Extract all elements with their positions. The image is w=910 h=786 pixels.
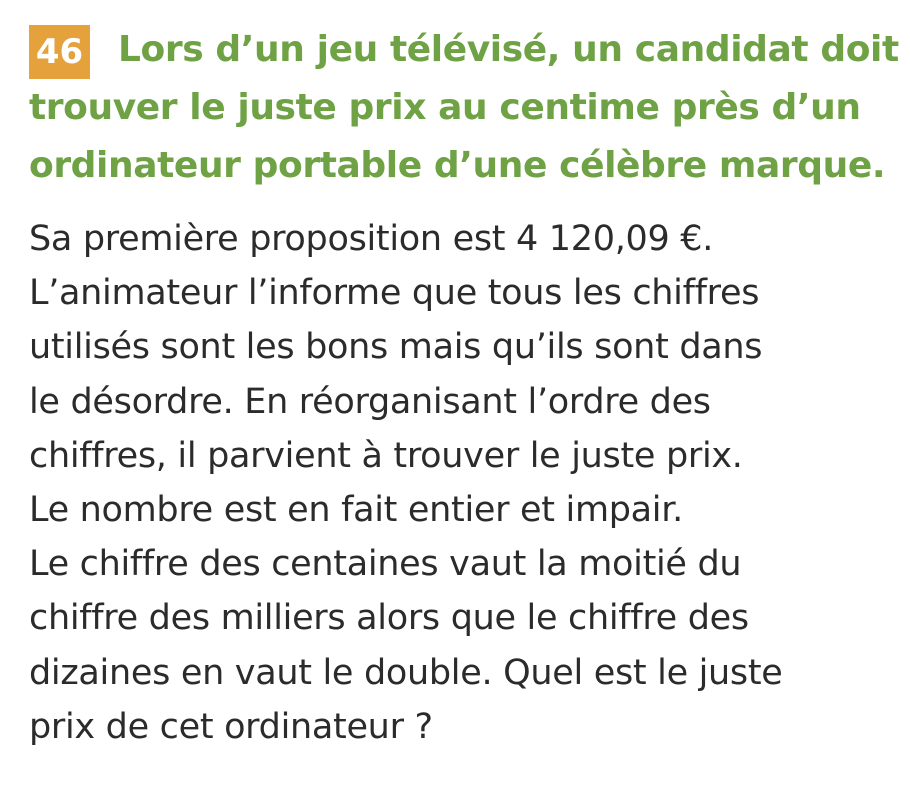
body-line: dizaines en vaut le double. Quel est le … bbox=[29, 652, 783, 693]
body-line: prix de cet ordinateur ? bbox=[29, 706, 433, 747]
body-line: le désordre. En réorganisant l’ordre des bbox=[29, 381, 711, 422]
title-line: Lors d’un jeu télévisé, un candidat doit bbox=[29, 21, 901, 79]
body-line: chiffre des milliers alors que le chiffr… bbox=[29, 598, 749, 639]
exercise-block: 46 Lors d’un jeu télévisé, un candidat d… bbox=[0, 0, 910, 786]
body-line: Le chiffre des centaines vaut la moitié … bbox=[29, 544, 742, 585]
title-line: ordinateur portable d’une célèbre marque… bbox=[29, 145, 886, 186]
exercise-body: Sa première proposition est 4 120,09 €. … bbox=[29, 212, 901, 754]
body-line: chiffres, il parvient à trouver le juste… bbox=[29, 435, 743, 476]
exercise-title: Lors d’un jeu télévisé, un candidat doit… bbox=[29, 21, 901, 195]
body-line: utilisés sont les bons mais qu’ils sont … bbox=[29, 327, 763, 368]
body-line: Le nombre est en fait entier et impair. bbox=[29, 490, 683, 531]
title-line: trouver le juste prix au centime près d’… bbox=[29, 87, 861, 128]
body-line: L’animateur l’informe que tous les chiff… bbox=[29, 273, 760, 314]
title-line-text: Lors d’un jeu télévisé, un candidat doit bbox=[118, 29, 899, 70]
body-line: Sa première proposition est 4 120,09 €. bbox=[29, 219, 714, 259]
